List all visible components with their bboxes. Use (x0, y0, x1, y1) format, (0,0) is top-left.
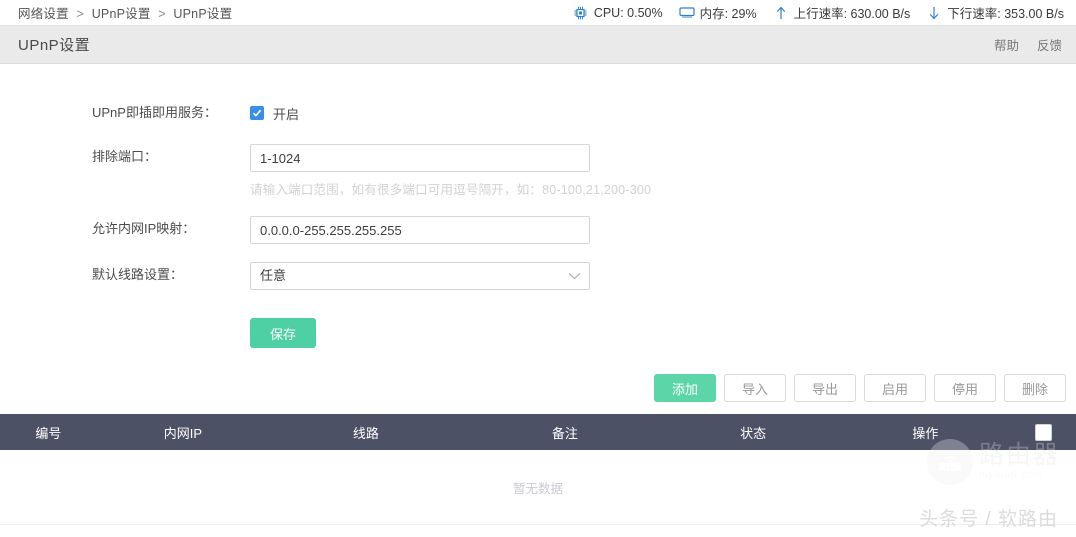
import-button[interactable]: 导入 (724, 374, 786, 402)
delete-button[interactable]: 删除 (1004, 374, 1066, 402)
column-header-line: 线路 (268, 414, 463, 450)
exclude-ports-control: 请输入端口范围，如有很多端口可用逗号隔开，如：80-100,21,200-300 (250, 144, 651, 198)
default-line-label: 默认线路设置： (92, 267, 184, 282)
upnp-settings-form: UPnP即插即用服务： 开启 排除端口： 请输入端口范围，如有很多端口可用逗号隔… (0, 64, 1076, 348)
exclude-ports-label: 排除端口： (92, 149, 158, 164)
stat-upload-label: 上行速率: 630.00 B/s (793, 7, 911, 21)
column-header-op: 操作 (839, 414, 1012, 450)
breadcrumb-separator: > (76, 7, 84, 21)
service-label: UPnP即插即用服务： (92, 105, 217, 120)
breadcrumb-item-1[interactable]: UPnP设置 (92, 7, 151, 21)
form-row-default-line: 默认线路设置： 任意 (0, 262, 1076, 290)
stat-memory-label: 内存: 29% (699, 7, 757, 21)
stat-memory: 内存: 29% (678, 3, 757, 22)
stat-download-label: 下行速率: 353.00 B/s (947, 7, 1064, 21)
column-header-num: 编号 (0, 414, 97, 450)
service-control: 开启 (250, 100, 299, 126)
feedback-link[interactable]: 反馈 (1037, 35, 1062, 54)
upnp-enable-label: 开启 (273, 106, 300, 122)
upnp-enable-checkbox[interactable] (250, 106, 264, 120)
form-row-lan-ip-map: 允许内网IP映射： (0, 216, 1076, 244)
stat-cpu: CPU: 0.50% (573, 6, 663, 20)
save-button[interactable]: 保存 (250, 318, 316, 348)
add-button[interactable]: 添加 (654, 374, 716, 402)
table-header-row: 编号 内网IP 线路 备注 状态 操作 (0, 414, 1076, 450)
arrow-up-icon (773, 6, 789, 20)
page-title: UPnP设置 (18, 37, 91, 54)
column-header-ip: 内网IP (96, 414, 269, 450)
exclude-ports-hint: 请输入端口范围，如有很多端口可用逗号隔开，如：80-100,21,200-300 (250, 183, 652, 197)
table-empty-state: 暂无数据 (0, 450, 1076, 525)
breadcrumb-item-2: UPnP设置 (173, 7, 233, 21)
top-status-bar: 网络设置 > UPnP设置 > UPnP设置 CPU: 0.50% 内存: 29… (0, 0, 1076, 26)
default-line-control: 任意 (250, 262, 590, 290)
form-row-service: UPnP即插即用服务： 开启 (0, 100, 1076, 126)
cpu-chip-icon (573, 6, 589, 20)
stat-upload: 上行速率: 630.00 B/s (773, 3, 911, 22)
title-bar-links: 帮助 反馈 (994, 35, 1062, 54)
column-header-note: 备注 (462, 414, 668, 450)
help-link[interactable]: 帮助 (994, 35, 1019, 54)
select-all-checkbox[interactable] (1035, 423, 1053, 441)
table-action-bar: 添加 导入 导出 启用 停用 删除 (0, 374, 1076, 402)
column-header-select-all (1011, 414, 1076, 450)
lan-ip-map-input[interactable] (250, 216, 590, 244)
table-empty-text: 暂无数据 (512, 481, 563, 496)
lan-ip-map-label: 允许内网IP映射： (92, 221, 196, 236)
default-line-select[interactable]: 任意 (250, 262, 590, 290)
column-header-state: 状态 (667, 414, 840, 450)
monitor-icon (678, 6, 695, 20)
breadcrumb: 网络设置 > UPnP设置 > UPnP设置 (18, 3, 232, 22)
disable-button[interactable]: 停用 (934, 374, 996, 402)
form-row-exclude-ports: 排除端口： 请输入端口范围，如有很多端口可用逗号隔开，如：80-100,21,2… (0, 144, 1076, 198)
page-title-bar: UPnP设置 帮助 反馈 (0, 26, 1076, 64)
exclude-ports-input[interactable] (250, 144, 590, 172)
breadcrumb-item-0[interactable]: 网络设置 (18, 7, 69, 21)
export-button[interactable]: 导出 (794, 374, 856, 402)
system-stats: CPU: 0.50% 内存: 29% 上行速率: 630.00 B/s 下行速率… (573, 3, 1064, 22)
upnp-rules-table: 编号 内网IP 线路 备注 状态 操作 暂无数据 (0, 414, 1076, 525)
lan-ip-map-control (250, 216, 590, 244)
save-row: 保存 (0, 318, 1076, 348)
arrow-down-icon (926, 6, 942, 20)
stat-cpu-label: CPU: 0.50% (593, 5, 663, 20)
stat-download: 下行速率: 353.00 B/s (926, 3, 1064, 22)
enable-button[interactable]: 启用 (864, 374, 926, 402)
breadcrumb-separator: > (158, 7, 166, 21)
